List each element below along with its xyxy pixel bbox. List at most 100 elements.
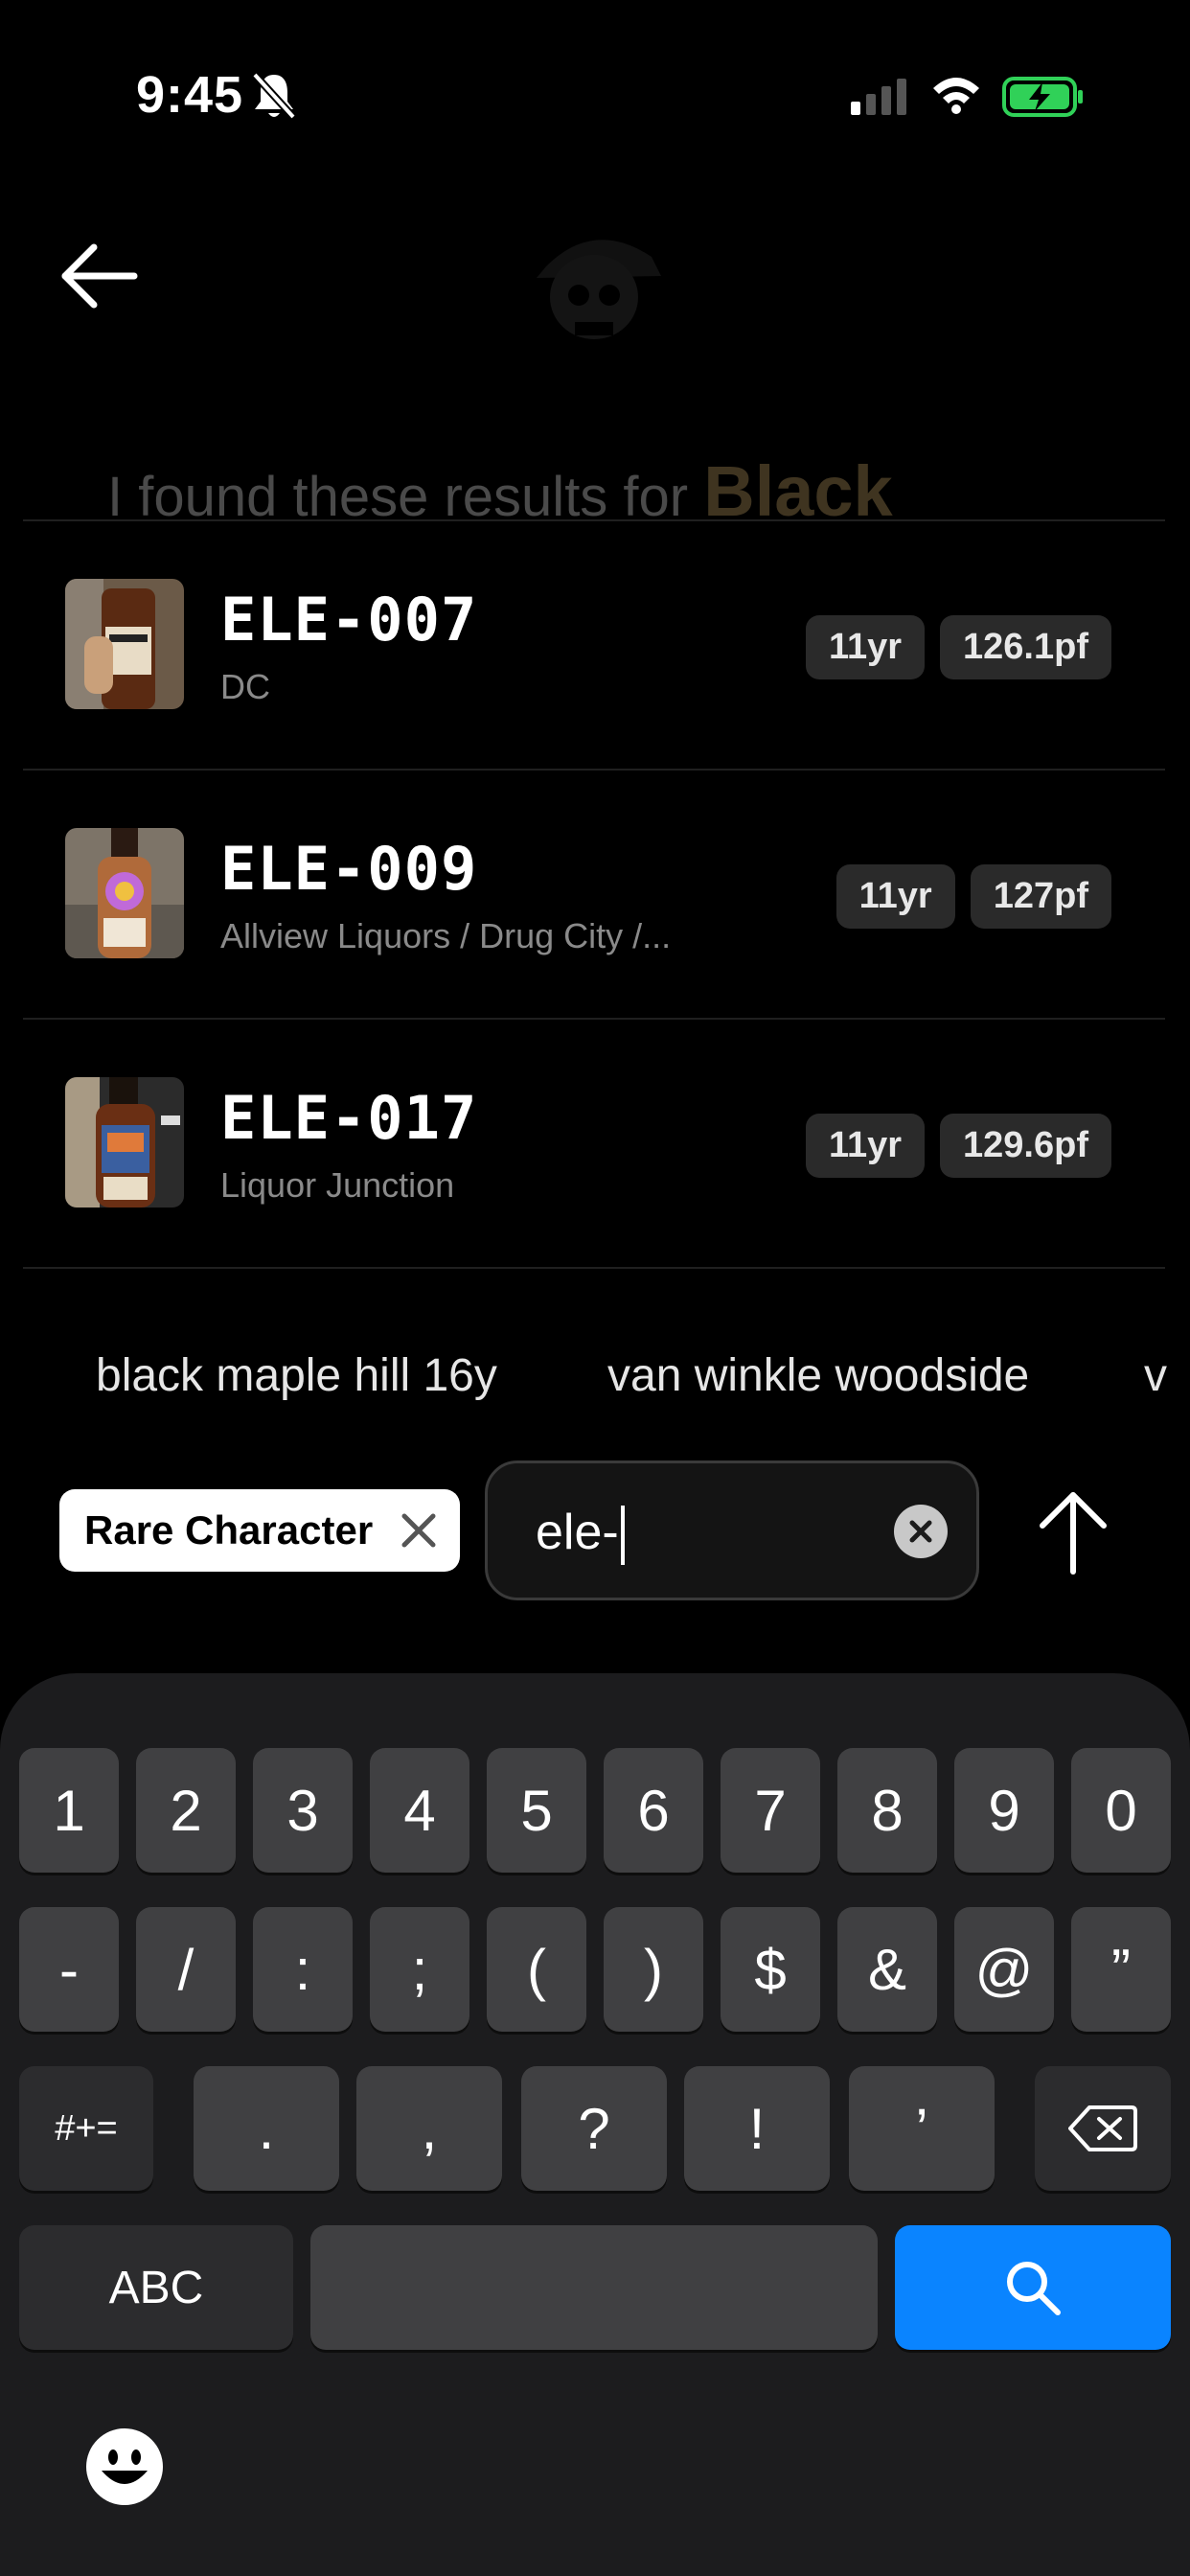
emoji-icon[interactable] [84,2426,165,2507]
divider [23,1267,1165,1269]
bottle-thumbnail [65,579,184,709]
key[interactable]: ” [1071,1907,1171,2032]
key-label: 6 [637,1778,670,1843]
key-label: 4 [403,1778,436,1843]
key-label: ABC [108,2262,204,2313]
key-label: 1 [53,1778,85,1843]
age-tag: 11yr [835,864,955,929]
key-label: . [258,2096,275,2161]
age-tag: 11yr [805,1114,926,1178]
key[interactable]: 8 [837,1748,937,1873]
key-label: 3 [286,1778,319,1843]
search-input-value[interactable]: ele- [536,1504,625,1566]
key-label: , [421,2096,438,2161]
key[interactable]: 0 [1071,1748,1171,1873]
key[interactable]: 6 [604,1748,703,1873]
result-code: ELE-007 [220,585,478,655]
wifi-icon [929,73,983,120]
search-input[interactable]: ele- [485,1460,979,1600]
result-row[interactable]: ELE-017 Liquor Junction 11yr 129.6pf [23,1020,1165,1267]
result-row[interactable]: ELE-007 DC 11yr 126.1pf [23,521,1165,769]
key-label: ? [578,2096,610,2161]
key-label: 5 [520,1778,553,1843]
key[interactable]: @ [954,1907,1054,2032]
symbols-key[interactable]: #+= [19,2066,153,2191]
proof-tag: 126.1pf [940,615,1111,679]
battery-charging-icon [1002,77,1085,122]
space-key[interactable] [310,2225,878,2350]
key[interactable]: ( [487,1907,586,2032]
result-code: ELE-009 [220,834,478,904]
key[interactable]: 1 [19,1748,119,1873]
key[interactable]: : [253,1907,353,2032]
result-store: DC [220,667,270,706]
result-row[interactable]: ELE-009 Allview Liquors / Drug City /...… [23,770,1165,1018]
suggestion-chip[interactable]: van winkle woodside [607,1349,1029,1402]
key[interactable]: & [837,1907,937,2032]
keyboard: 1 2 3 4 5 6 7 8 9 0 - / : ; ( ) $ & @ ” … [0,1673,1190,2576]
key-label: ( [527,1937,546,2002]
proof-tag: 129.6pf [940,1114,1111,1178]
key[interactable]: , [356,2066,502,2191]
key[interactable]: . [194,2066,339,2191]
filter-chip-label: Rare Character [84,1507,374,1552]
search-icon [1007,2262,1061,2315]
key[interactable]: 4 [370,1748,469,1873]
abc-key[interactable]: ABC [19,2225,293,2350]
key-label: @ [974,1937,1034,2002]
key-label: - [59,1937,79,2002]
status-time: 9:45 [136,66,244,124]
send-button[interactable] [1033,1487,1113,1576]
suggestion-chip[interactable]: v [1144,1349,1167,1402]
bell-off-icon [251,71,297,126]
clear-x-icon[interactable] [894,1505,948,1558]
key[interactable]: ! [684,2066,830,2191]
search-input-text: ele- [536,1505,619,1560]
back-button[interactable] [56,238,151,314]
key-label: ! [748,2096,766,2161]
key[interactable]: 7 [721,1748,820,1873]
suggestion-chip[interactable]: black maple hill 16y [96,1349,497,1402]
backspace-icon [1068,2105,1137,2151]
key[interactable]: 9 [954,1748,1054,1873]
key-label: ) [644,1937,663,2002]
skull-avatar-icon [517,218,671,353]
key-label: 8 [871,1778,904,1843]
key[interactable]: 2 [136,1748,236,1873]
result-store: Liquor Junction [220,1165,455,1205]
text-caret [620,1506,625,1566]
key[interactable]: 3 [253,1748,353,1873]
key[interactable]: 5 [487,1748,586,1873]
key-label: / [177,1937,195,2002]
signal-icon [851,77,908,120]
key-label: ; [411,1937,428,2002]
key-label: 9 [988,1778,1020,1843]
backspace-key[interactable] [1035,2066,1171,2191]
filter-chip[interactable]: Rare Character [59,1489,460,1572]
bottle-thumbnail [65,1077,184,1208]
key-label: 2 [170,1778,202,1843]
key[interactable]: - [19,1907,119,2032]
result-code: ELE-017 [220,1083,478,1153]
close-icon[interactable] [399,1510,439,1560]
key[interactable]: ’ [849,2066,995,2191]
key[interactable]: $ [721,1907,820,2032]
key-label: #+= [55,2107,118,2149]
arrow-left-icon [61,243,138,309]
bottle-thumbnail [65,828,184,958]
key-label: $ [754,1937,787,2002]
key-label: 0 [1105,1778,1137,1843]
age-tag: 11yr [805,615,926,679]
arrow-up-icon [1040,1492,1107,1575]
key[interactable]: / [136,1907,236,2032]
search-key[interactable] [895,2225,1171,2350]
result-store: Allview Liquors / Drug City /... [220,916,672,955]
key[interactable]: ? [521,2066,667,2191]
key-label: & [867,1937,907,2002]
proof-tag: 127pf [970,864,1111,929]
key[interactable]: ) [604,1907,703,2032]
key[interactable]: ; [370,1907,469,2032]
key-label: ’ [915,2096,928,2161]
key-label: 7 [754,1778,787,1843]
key-label: ” [1111,1937,1131,2002]
